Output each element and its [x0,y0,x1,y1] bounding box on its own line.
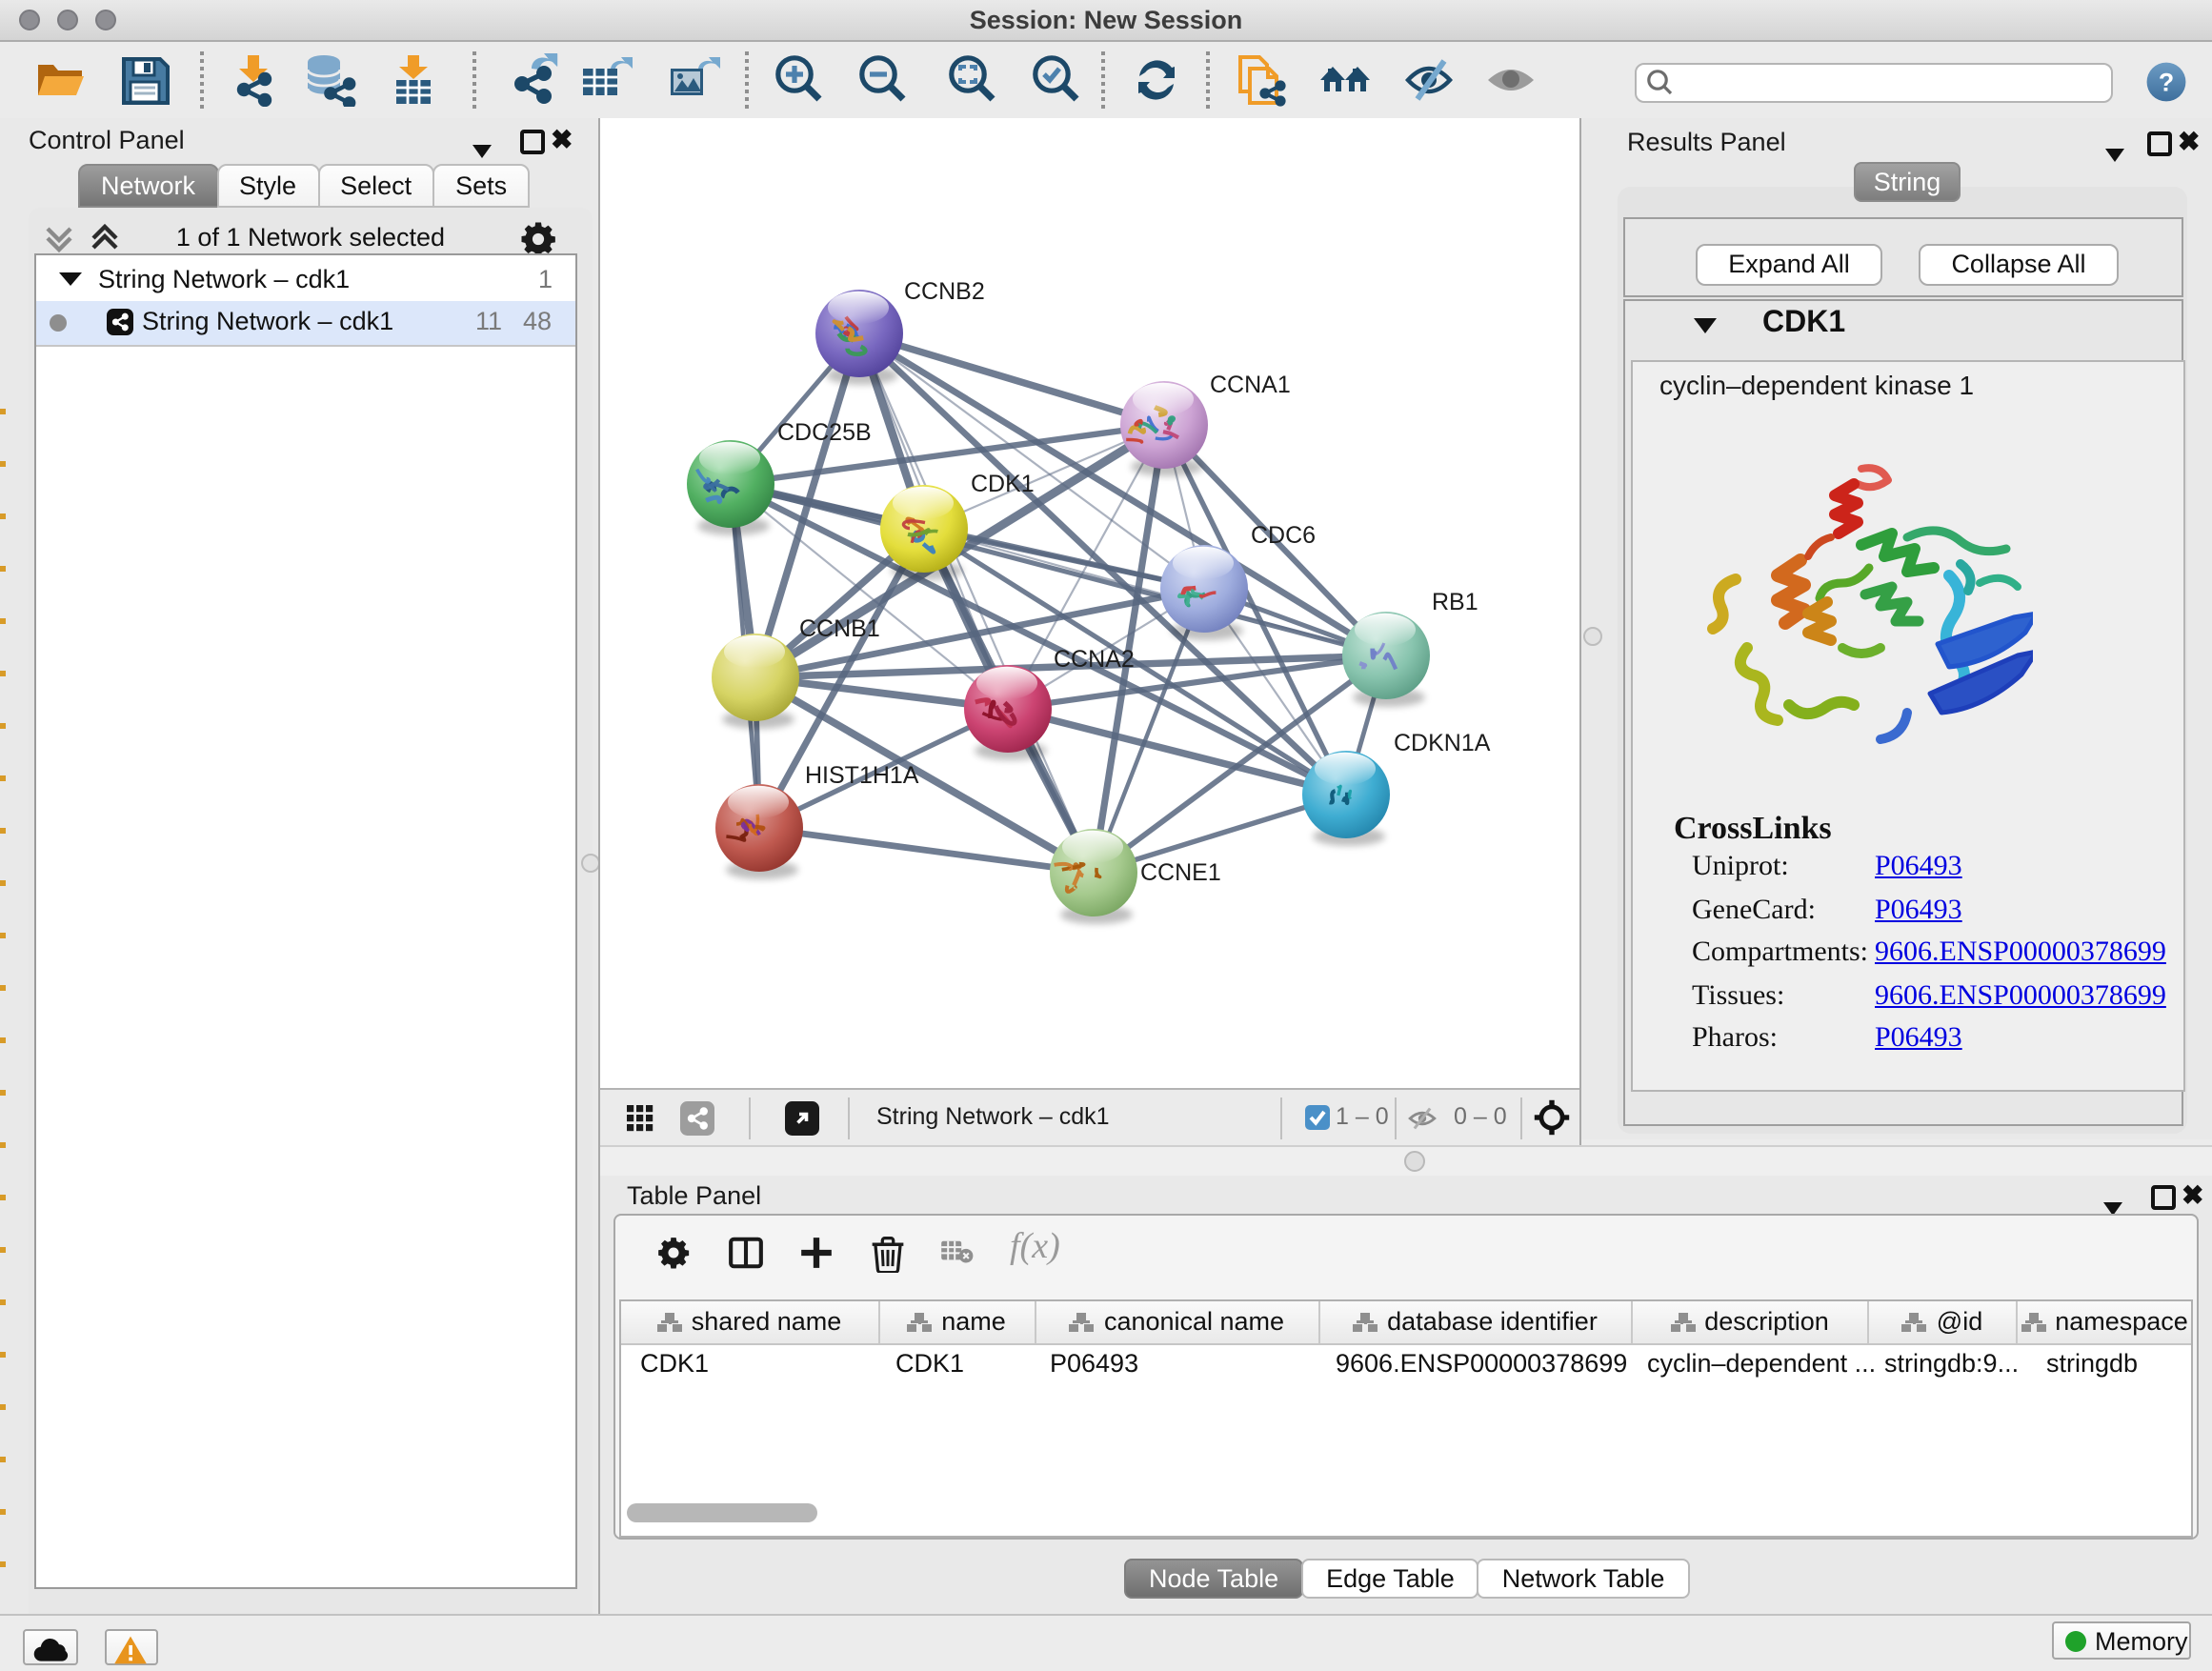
svg-text:CCNA2: CCNA2 [1054,646,1135,673]
svg-text:CCNB1: CCNB1 [799,615,880,642]
svg-text:CDC25B: CDC25B [777,419,872,446]
svg-text:CDC6: CDC6 [1251,522,1316,549]
svg-text:CCNE1: CCNE1 [1140,859,1221,886]
svg-text:?: ? [2159,68,2174,96]
svg-text:CDKN1A: CDKN1A [1394,730,1491,756]
svg-text:CCNB2: CCNB2 [904,278,985,305]
svg-text:RB1: RB1 [1432,589,1478,615]
svg-text:CCNA1: CCNA1 [1210,372,1291,398]
svg-text:HIST1H1A: HIST1H1A [805,762,919,789]
svg-text:CDK1: CDK1 [971,471,1035,497]
